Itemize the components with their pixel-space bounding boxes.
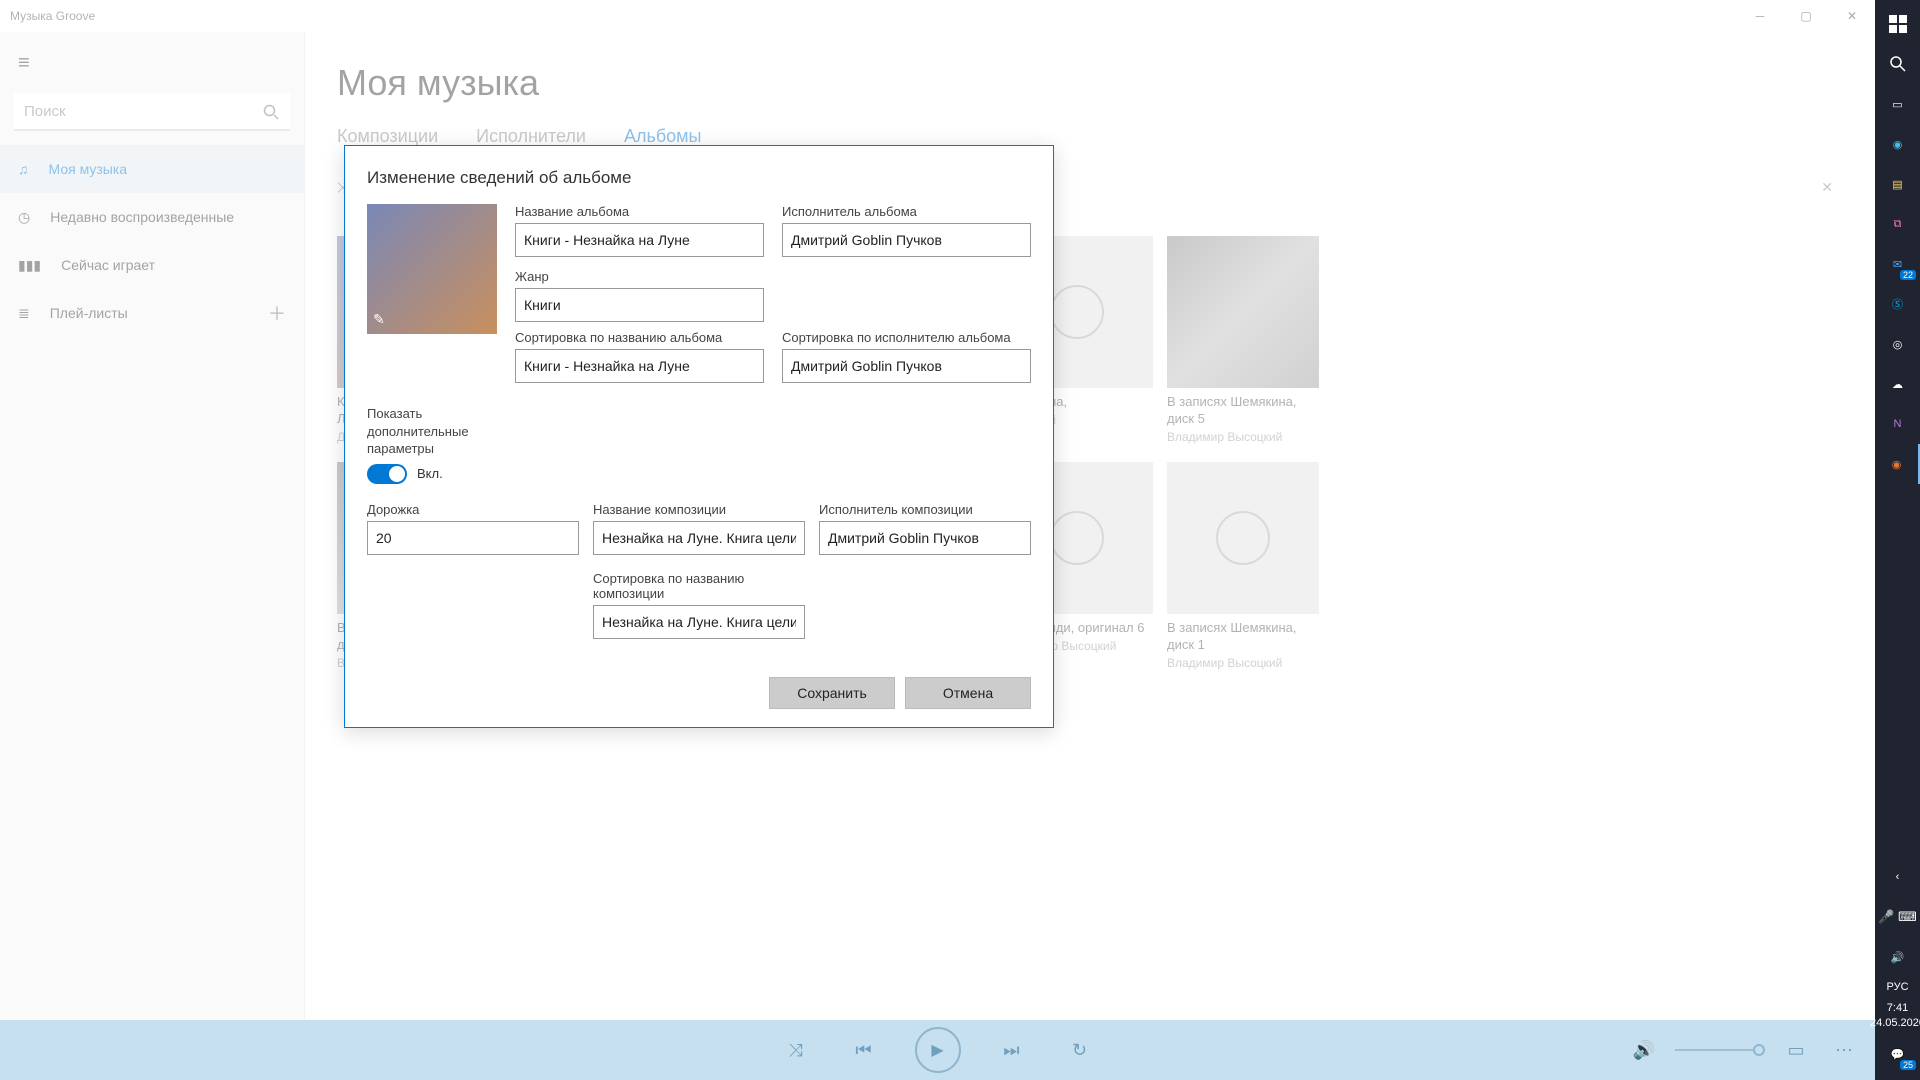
label-album-title: Название альбома: [515, 204, 764, 219]
input-album-sort[interactable]: [515, 349, 764, 383]
label-album-artist: Исполнитель альбома: [782, 204, 1031, 219]
nav-now-playing[interactable]: ▮▮▮ Сейчас играет: [0, 241, 304, 289]
nav-recent[interactable]: ◷ Недавно воспроизведенные: [0, 193, 304, 241]
action-center-icon[interactable]: 💬25: [1875, 1034, 1920, 1074]
tray-time: 7:41: [1870, 1001, 1920, 1015]
groove-taskbar-icon[interactable]: ◉: [1875, 444, 1920, 484]
album-cover[interactable]: ✎: [367, 204, 497, 334]
app-title: Музыка Groove: [10, 9, 95, 23]
now-playing-bar: ⤨ ⏮ ▶ ⏭ ↻ 🔊 ▭ ⋯: [0, 1020, 1875, 1080]
nav-my-music[interactable]: ♫ Моя музыка: [0, 145, 304, 193]
window-minimize-button[interactable]: ─: [1737, 0, 1783, 32]
clock-icon: ◷: [18, 209, 30, 226]
titlebar: Музыка Groove ─ ▢ ✕: [0, 0, 1875, 32]
taskbar: ▭ ◉ ▤ ⧉ ✉22 Ⓢ ◎ ☁ N ◉ ‹ 🎤 ⌨ 🔊 РУС 7:41 2…: [1875, 0, 1920, 1080]
app-icon[interactable]: ◎: [1875, 324, 1920, 364]
window-close-button[interactable]: ✕: [1829, 0, 1875, 32]
next-button[interactable]: ⏭: [995, 1033, 1029, 1067]
music-note-icon: ♫: [18, 161, 29, 177]
groove-window: Музыка Groove ─ ▢ ✕ ≡ ♫ Моя музыка ◷ Нед…: [0, 0, 1875, 1080]
task-view-icon[interactable]: ▭: [1875, 84, 1920, 124]
album-title: В записях Шемякина, диск 1: [1167, 620, 1319, 654]
tray-date: 24.05.2020: [1870, 1016, 1920, 1030]
window-maximize-button[interactable]: ▢: [1783, 0, 1829, 32]
save-button[interactable]: Сохранить: [769, 677, 895, 709]
nav-label: Сейчас играет: [61, 257, 155, 273]
label-artist-sort: Сортировка по исполнителю альбома: [782, 330, 1031, 345]
onenote-icon[interactable]: N: [1875, 404, 1920, 444]
dialog-title: Изменение сведений об альбоме: [367, 168, 1031, 188]
nav-label: Плей-листы: [50, 305, 128, 321]
nav-playlists[interactable]: ≣ Плей-листы ＋: [0, 289, 304, 337]
label-track-no: Дорожка: [367, 502, 579, 517]
toggle-state: Вкл.: [417, 466, 443, 481]
input-album-title[interactable]: [515, 223, 764, 257]
input-track-sort[interactable]: [593, 605, 805, 639]
mail-icon[interactable]: ✉22: [1875, 244, 1920, 284]
edit-cover-icon[interactable]: ✎: [373, 311, 385, 328]
more-button[interactable]: ⋯: [1827, 1033, 1861, 1067]
search-icon[interactable]: [258, 99, 284, 125]
sidebar: ≡ ♫ Моя музыка ◷ Недавно воспроизведенны…: [0, 32, 305, 1080]
label-album-sort: Сортировка по названию альбома: [515, 330, 764, 345]
tray-chevron-icon[interactable]: ‹: [1875, 857, 1920, 897]
input-track-title[interactable]: [593, 521, 805, 555]
album-title: В записях Шемякина, диск 5: [1167, 394, 1319, 428]
label-track-artist: Исполнитель композиции: [819, 502, 1031, 517]
album-artist: Владимир Высоцкий: [1167, 430, 1319, 444]
album-card[interactable]: В записях Шемякина, диск 1 Владимир Высо…: [1167, 462, 1319, 670]
bars-icon: ▮▮▮: [18, 257, 41, 274]
mail-badge: 22: [1900, 270, 1916, 280]
advanced-toggle[interactable]: [367, 464, 407, 484]
input-album-artist[interactable]: [782, 223, 1031, 257]
start-button[interactable]: [1875, 4, 1920, 44]
edge-icon[interactable]: ◉: [1875, 124, 1920, 164]
input-track-artist[interactable]: [819, 521, 1031, 555]
notif-badge: 25: [1900, 1060, 1916, 1070]
input-track-no[interactable]: [367, 521, 579, 555]
tray-clock[interactable]: 7:41 24.05.2020: [1870, 1001, 1920, 1030]
search-taskbar-icon[interactable]: [1875, 44, 1920, 84]
label-advanced: Показать дополнительные параметры: [367, 405, 487, 458]
repeat-button[interactable]: ↻: [1063, 1033, 1097, 1067]
page-title: Моя музыка: [337, 62, 1843, 104]
volume-icon[interactable]: 🔊: [1627, 1033, 1661, 1067]
nav-label: Моя музыка: [49, 161, 128, 177]
shuffle-button[interactable]: ⤨: [779, 1033, 813, 1067]
edit-album-dialog: Изменение сведений об альбоме ✎ Название…: [344, 145, 1054, 728]
selection-close-button[interactable]: ✕: [1821, 179, 1843, 196]
store-icon[interactable]: ⧉: [1875, 204, 1920, 244]
tray-language[interactable]: РУС: [1886, 981, 1908, 993]
album-art: [1167, 236, 1319, 388]
nav-label: Недавно воспроизведенные: [50, 209, 234, 225]
tray-volume-icon[interactable]: 🔊: [1875, 937, 1920, 977]
playlist-icon: ≣: [18, 305, 30, 322]
album-card[interactable]: В записях Шемякина, диск 5 Владимир Высо…: [1167, 236, 1319, 444]
play-button[interactable]: ▶: [915, 1027, 961, 1073]
album-art: [1167, 462, 1319, 614]
search-input[interactable]: [14, 93, 290, 131]
album-artist: Владимир Высоцкий: [1167, 656, 1319, 670]
prev-button[interactable]: ⏮: [847, 1033, 881, 1067]
tray-mic-keyboard[interactable]: 🎤 ⌨: [1875, 897, 1920, 937]
volume-slider[interactable]: [1675, 1049, 1765, 1051]
label-genre: Жанр: [515, 269, 764, 284]
miniplayer-button[interactable]: ▭: [1779, 1033, 1813, 1067]
add-playlist-button[interactable]: ＋: [268, 300, 286, 326]
explorer-icon[interactable]: ▤: [1875, 164, 1920, 204]
label-track-title: Название композиции: [593, 502, 805, 517]
skype-icon[interactable]: Ⓢ: [1875, 284, 1920, 324]
cancel-button[interactable]: Отмена: [905, 677, 1031, 709]
hamburger-button[interactable]: ≡: [0, 44, 304, 83]
input-genre[interactable]: [515, 288, 764, 322]
label-track-sort: Сортировка по названию композиции: [593, 571, 805, 601]
steam-icon[interactable]: ☁: [1875, 364, 1920, 404]
input-artist-sort[interactable]: [782, 349, 1031, 383]
